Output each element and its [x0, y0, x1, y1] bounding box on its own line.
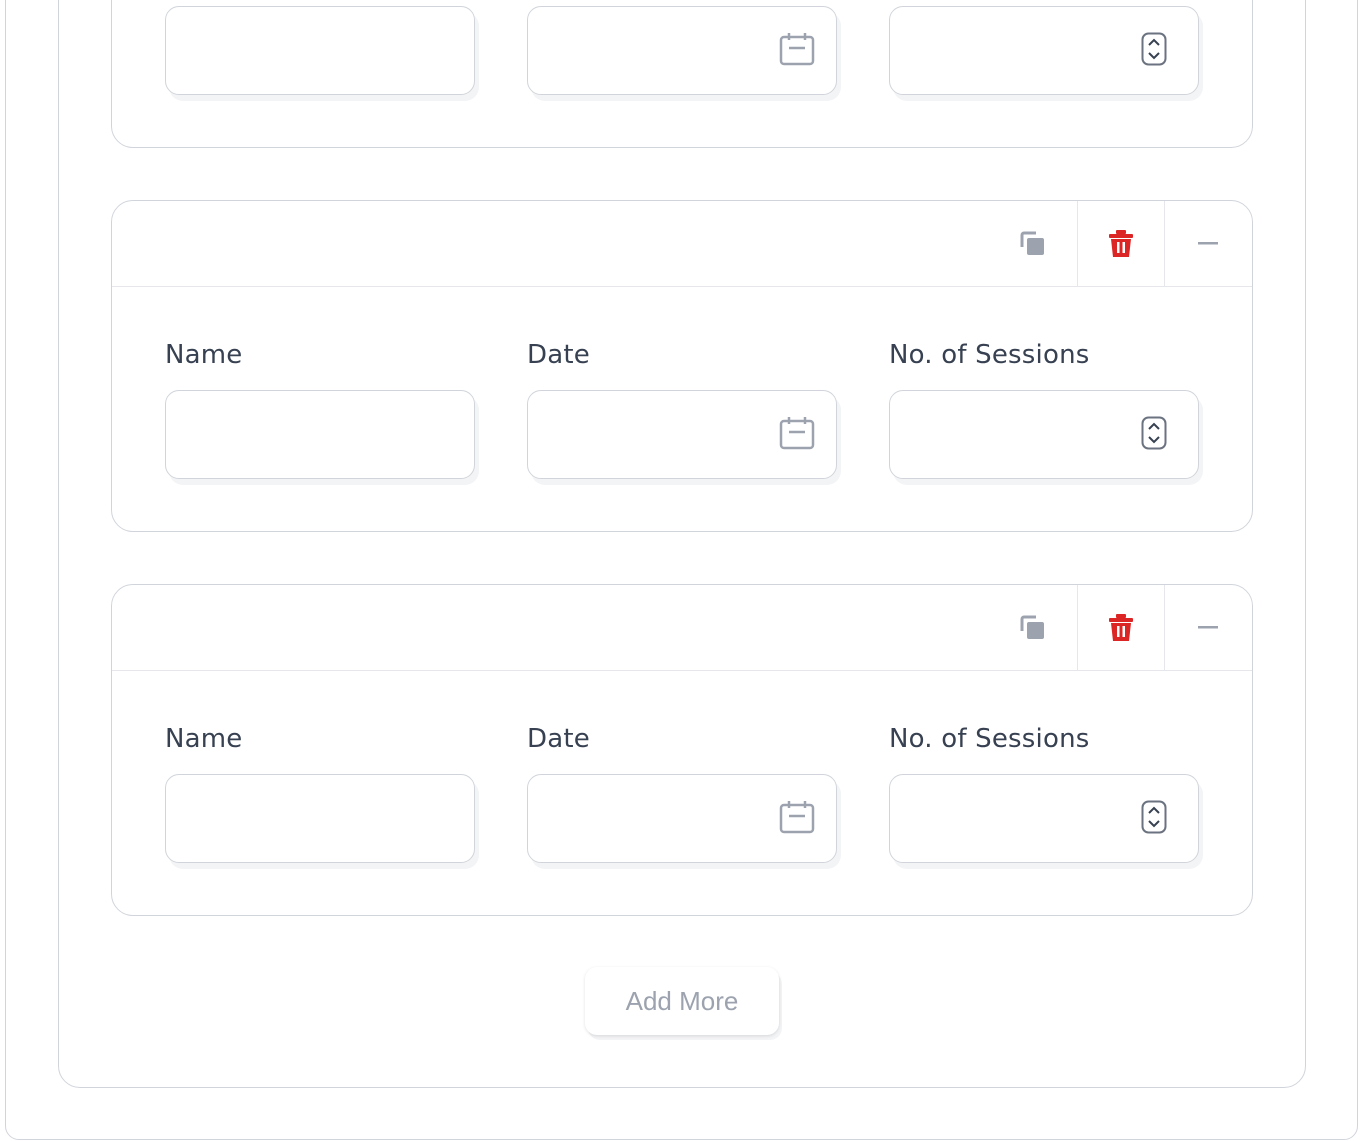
repeater-container — [58, 0, 1306, 1088]
copy-icon — [1020, 231, 1044, 255]
minus-icon — [1197, 241, 1218, 244]
repeater-item-header — [112, 201, 1252, 287]
date-input[interactable] — [527, 774, 837, 863]
repeater-item: Name Date No. of Sessions — [111, 584, 1253, 916]
date-input[interactable] — [527, 6, 837, 95]
calendar-icon[interactable] — [779, 415, 815, 455]
collapse-button[interactable] — [1165, 585, 1252, 670]
repeater-item — [111, 0, 1253, 148]
sessions-input[interactable] — [889, 390, 1199, 479]
collapse-button[interactable] — [1165, 201, 1252, 286]
stepper-icon[interactable] — [1141, 416, 1167, 454]
duplicate-button[interactable] — [989, 585, 1077, 670]
name-input[interactable] — [165, 774, 475, 863]
stepper-icon[interactable] — [1141, 800, 1167, 838]
calendar-icon[interactable] — [779, 31, 815, 71]
delete-button[interactable] — [1077, 585, 1165, 670]
sessions-label: No. of Sessions — [889, 724, 1090, 754]
trash-icon — [1109, 229, 1133, 257]
copy-icon — [1020, 615, 1044, 639]
repeater-item: Name Date No. of Sessions — [111, 200, 1253, 532]
name-input[interactable] — [165, 6, 475, 95]
trash-icon — [1109, 613, 1133, 641]
name-input[interactable] — [165, 390, 475, 479]
minus-icon — [1197, 625, 1218, 628]
duplicate-button[interactable] — [989, 201, 1077, 286]
name-label: Name — [165, 724, 243, 754]
repeater-item-header — [112, 585, 1252, 671]
calendar-icon[interactable] — [779, 799, 815, 839]
sessions-label: No. of Sessions — [889, 340, 1090, 370]
date-input[interactable] — [527, 390, 837, 479]
stepper-icon[interactable] — [1141, 32, 1167, 70]
sessions-input[interactable] — [889, 6, 1199, 95]
sessions-input[interactable] — [889, 774, 1199, 863]
date-label: Date — [527, 724, 590, 754]
name-label: Name — [165, 340, 243, 370]
date-label: Date — [527, 340, 590, 370]
add-more-button[interactable]: Add More — [585, 967, 779, 1035]
delete-button[interactable] — [1077, 201, 1165, 286]
